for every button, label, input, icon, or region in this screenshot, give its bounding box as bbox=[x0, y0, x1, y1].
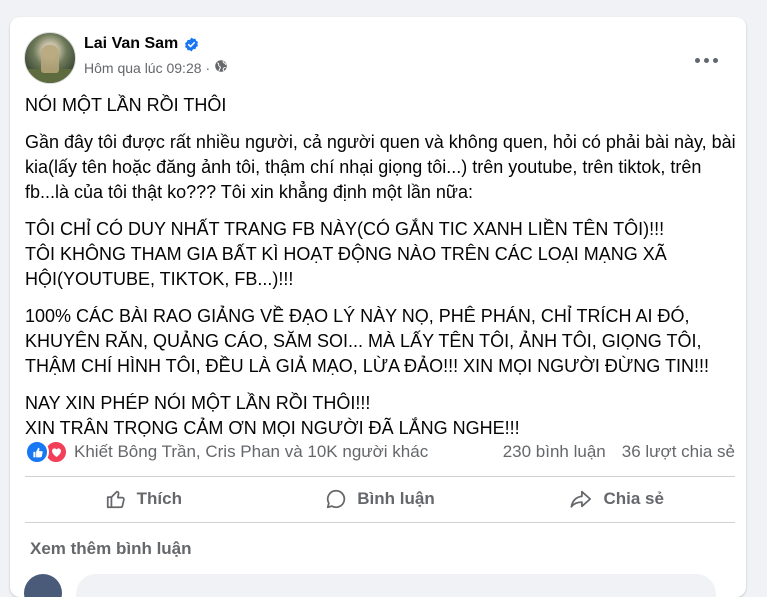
action-bar: Thích Bình luận Chia sẻ bbox=[25, 481, 735, 517]
post-card: Lai Van Sam Hôm qua lúc 09:28 · NÓI MỘT … bbox=[10, 17, 746, 597]
author-name[interactable]: Lai Van Sam bbox=[84, 35, 178, 53]
post-body: NÓI MỘT LẦN RỒI THÔI Gần đây tôi được rấ… bbox=[25, 93, 737, 453]
like-label: Thích bbox=[136, 489, 182, 508]
post-paragraph: TÔI CHỈ CÓ DUY NHẤT TRANG FB NÀY(CÓ GẮN … bbox=[25, 219, 665, 239]
author-row: Lai Van Sam bbox=[84, 35, 199, 53]
comment-count[interactable]: 230 bình luận bbox=[503, 442, 606, 462]
share-button[interactable]: Chia sẻ bbox=[498, 481, 735, 517]
more-options-icon[interactable] bbox=[688, 42, 724, 78]
meta-separator: · bbox=[205, 59, 211, 76]
dot bbox=[703, 57, 709, 63]
author-avatar[interactable] bbox=[24, 32, 76, 84]
comment-label: Bình luận bbox=[357, 489, 435, 508]
reaction-names[interactable]: Khiết Bông Trần, Cris Phan và 10K người … bbox=[74, 442, 503, 462]
like-button[interactable]: Thích bbox=[25, 481, 262, 517]
post-paragraph: Gần đây tôi được rất nhiều người, cả ngư… bbox=[25, 132, 736, 202]
dot bbox=[712, 57, 718, 63]
post-paragraph: NAY XIN PHÉP NÓI MỘT LẦN RỒI THÔI!!! bbox=[25, 393, 371, 413]
post-paragraph: 100% CÁC BÀI RAO GIẢNG VỀ ĐẠO LÝ NÀY NỌ,… bbox=[25, 306, 709, 376]
reaction-icons[interactable] bbox=[25, 440, 68, 464]
divider bbox=[25, 476, 735, 477]
post-timestamp[interactable]: Hôm qua lúc 09:28 bbox=[84, 60, 202, 76]
reactions-summary: Khiết Bông Trần, Cris Phan và 10K người … bbox=[25, 438, 735, 466]
divider bbox=[25, 522, 735, 523]
dot bbox=[694, 57, 700, 63]
thumbs-up-icon bbox=[105, 488, 127, 510]
avatar-figure bbox=[41, 45, 59, 73]
comment-input[interactable] bbox=[76, 574, 716, 597]
share-label: Chia sẻ bbox=[603, 489, 664, 508]
engagement-counts: 230 bình luận 36 lượt chia sẻ bbox=[503, 442, 735, 462]
commenter-avatar[interactable] bbox=[24, 574, 62, 597]
post-header: Lai Van Sam Hôm qua lúc 09:28 · bbox=[24, 32, 732, 86]
like-reaction-icon bbox=[25, 440, 49, 464]
share-count[interactable]: 36 lượt chia sẻ bbox=[622, 442, 735, 462]
share-arrow-icon bbox=[569, 488, 593, 510]
view-more-comments-link[interactable]: Xem thêm bình luận bbox=[30, 539, 192, 559]
comment-button[interactable]: Bình luận bbox=[262, 481, 499, 517]
post-paragraph: TÔI KHÔNG THAM GIA BẤT KÌ HOẠT ĐỘNG NÀO … bbox=[25, 244, 667, 289]
verified-badge-icon bbox=[184, 37, 199, 52]
post-meta: Hôm qua lúc 09:28 · bbox=[84, 59, 228, 76]
comment-bubble-icon bbox=[325, 488, 347, 510]
post-heading: NÓI MỘT LẦN RỒI THÔI bbox=[25, 95, 227, 115]
globe-icon[interactable] bbox=[214, 59, 228, 76]
